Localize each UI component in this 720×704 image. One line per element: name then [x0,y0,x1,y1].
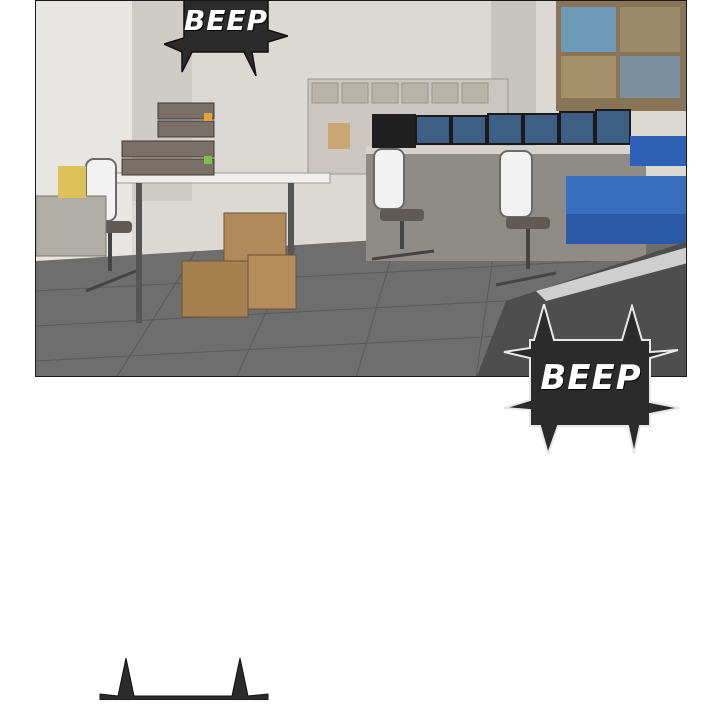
video-screen [561,56,616,98]
monitor-row [415,109,631,145]
cardboard-box [247,254,297,310]
beep-text: BEEP [540,358,642,398]
tray-label [204,113,212,121]
blue-crate [566,176,686,214]
video-screen [620,56,680,98]
beep-sound-effect: BEEP [500,300,682,458]
video-screen [561,7,616,52]
cardboard-box [181,260,249,318]
blue-crate [630,136,686,166]
video-screen [620,7,680,52]
spiky-bubble-partial [96,657,272,701]
binders [58,166,86,198]
desk-leg [136,183,142,323]
beep-text: BEEP [183,4,269,37]
monitor [372,114,416,148]
blue-crate [566,214,686,244]
spiky-bubble [99,657,269,701]
shelf-box [328,123,350,149]
tray-label [204,156,212,164]
beep-sound-effect: BEEP [161,0,291,77]
cabinet [36,195,107,257]
